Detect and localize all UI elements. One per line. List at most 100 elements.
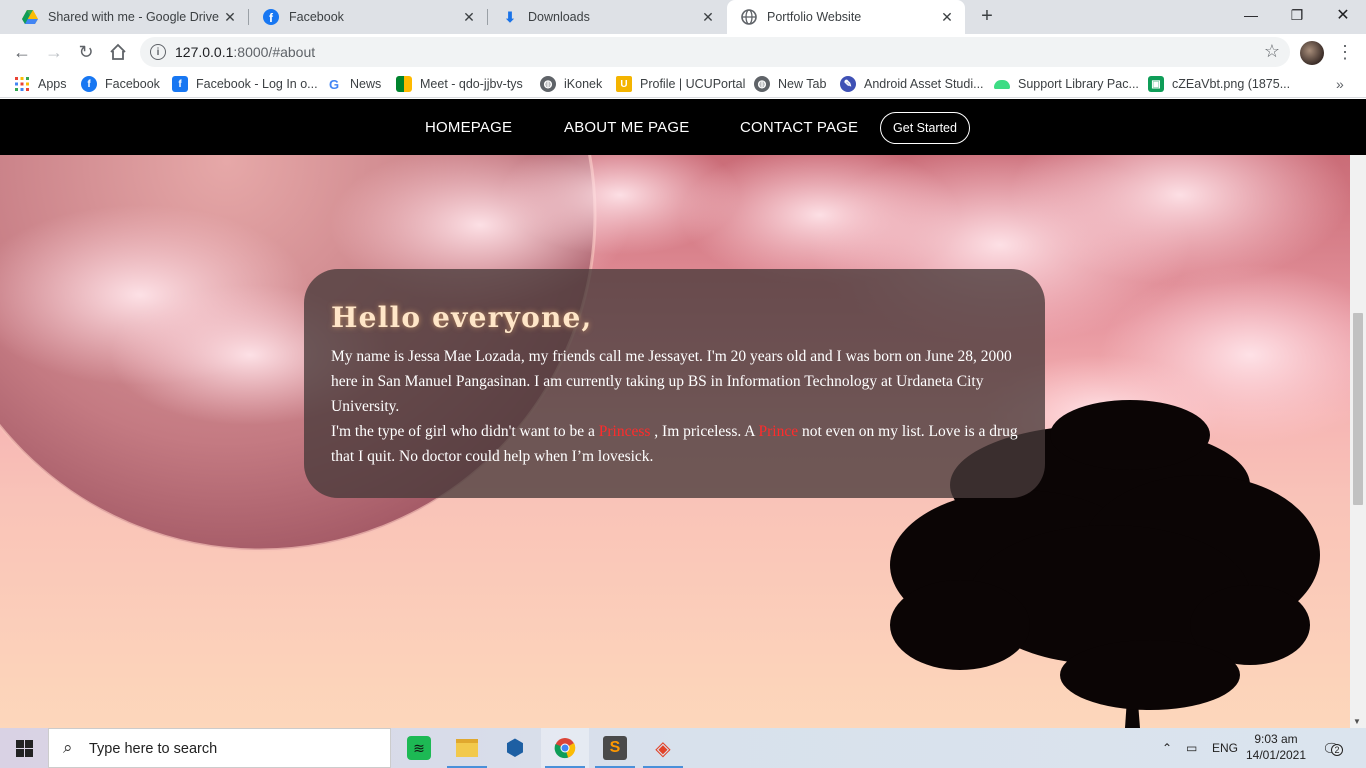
bookmark-label: Meet - qdo-jjbv-tys bbox=[420, 77, 523, 91]
page-viewport: Hello everyone, My name is Jessa Mae Loz… bbox=[0, 99, 1366, 728]
bookmark-label: News bbox=[350, 77, 382, 91]
tab-google-drive[interactable]: Shared with me - Google Drive ✕ bbox=[8, 0, 248, 34]
file-explorer-icon bbox=[456, 739, 478, 757]
bookmarks-bar: Apps f Facebook f Facebook - Log In o...… bbox=[0, 70, 1366, 98]
close-icon[interactable]: ✕ bbox=[222, 9, 238, 25]
home-button[interactable] bbox=[106, 40, 130, 64]
nav-about-me[interactable]: ABOUT ME PAGE bbox=[564, 119, 689, 136]
bookmark-label: Apps bbox=[38, 77, 67, 91]
bookmark-star-icon[interactable]: ☆ bbox=[1264, 41, 1280, 62]
globe-icon bbox=[741, 9, 757, 25]
download-icon: ⬇ bbox=[504, 8, 516, 25]
browser-toolbar: ← → ↻ i 127.0.0.1:8000/#about ☆ ⋮ bbox=[0, 34, 1366, 70]
close-icon[interactable]: ✕ bbox=[700, 9, 716, 25]
url-host: 127.0.0.1 bbox=[175, 44, 234, 60]
taskbar-git[interactable]: ◈ bbox=[639, 728, 687, 768]
notification-center-icon[interactable]: 🗨 2 bbox=[1322, 728, 1343, 768]
meet-icon bbox=[396, 76, 412, 92]
hero-background: Hello everyone, My name is Jessa Mae Loz… bbox=[0, 155, 1350, 728]
home-icon bbox=[110, 43, 126, 60]
facebook-square-icon: f bbox=[172, 76, 188, 92]
taskbar-clock[interactable]: 9:03 am 14/01/2021 bbox=[1244, 731, 1308, 763]
taskbar-sublime-text[interactable]: S bbox=[591, 728, 639, 768]
taskbar-file-explorer[interactable] bbox=[443, 728, 491, 768]
close-icon[interactable]: ✕ bbox=[461, 9, 477, 25]
bookmark-apps[interactable]: Apps bbox=[14, 75, 67, 93]
window-close-button[interactable]: ✕ bbox=[1320, 0, 1366, 30]
about-paragraph-personality: I'm the type of girl who didn't want to … bbox=[331, 419, 1019, 469]
minimize-button[interactable]: — bbox=[1228, 0, 1274, 30]
bookmark-label: cZEaVbt.png (1875... bbox=[1172, 77, 1291, 91]
ucu-icon: U bbox=[616, 76, 632, 92]
android-icon bbox=[994, 79, 1010, 89]
about-text: I'm the type of girl who didn't want to … bbox=[331, 423, 599, 440]
url-path: :8000/#about bbox=[233, 44, 316, 60]
bookmark-news[interactable]: G News bbox=[326, 75, 381, 93]
tab-facebook[interactable]: f Facebook ✕ bbox=[249, 0, 487, 34]
bookmark-meet[interactable]: Meet - qdo-jjbv-tys bbox=[396, 75, 523, 93]
bookmark-label: Facebook bbox=[105, 77, 160, 91]
bookmark-image[interactable]: ▣ cZEaVbt.png (1875... bbox=[1148, 75, 1290, 93]
apps-grid-icon bbox=[14, 76, 30, 92]
bookmark-label: iKonek bbox=[564, 77, 603, 91]
restore-button[interactable]: ❐ bbox=[1274, 0, 1320, 30]
google-icon: G bbox=[328, 76, 340, 92]
site-navbar: HOMEPAGE ABOUT ME PAGE CONTACT PAGE Get … bbox=[0, 99, 1366, 155]
globe-icon: ◍ bbox=[540, 76, 556, 92]
search-placeholder: Type here to search bbox=[89, 741, 218, 757]
bookmark-facebook[interactable]: f Facebook bbox=[81, 75, 160, 93]
virtualbox-icon: ⬢ bbox=[505, 735, 525, 760]
windows-logo-icon bbox=[15, 739, 33, 757]
bookmark-support-library[interactable]: Support Library Pac... bbox=[994, 75, 1139, 93]
address-bar[interactable]: i 127.0.0.1:8000/#about ☆ bbox=[140, 37, 1290, 67]
scrollbar-thumb[interactable] bbox=[1353, 313, 1363, 505]
back-button[interactable]: ← bbox=[10, 40, 34, 64]
taskbar-chrome[interactable] bbox=[541, 728, 589, 768]
battery-icon[interactable]: ▭ bbox=[1186, 728, 1197, 768]
facebook-icon: f bbox=[263, 9, 279, 25]
reload-button[interactable]: ↻ bbox=[74, 40, 98, 64]
about-paragraph-intro: My name is Jessa Mae Lozada, my friends … bbox=[331, 348, 1012, 415]
get-started-button[interactable]: Get Started bbox=[880, 112, 970, 144]
taskbar-virtualbox[interactable]: ⬢ bbox=[491, 728, 539, 768]
language-indicator[interactable]: ENG bbox=[1212, 728, 1238, 768]
bookmark-new-tab[interactable]: ◍ New Tab bbox=[754, 75, 826, 93]
info-icon[interactable]: i bbox=[150, 44, 166, 60]
bookmark-facebook-login[interactable]: f Facebook - Log In o... bbox=[172, 75, 318, 93]
git-icon: ◈ bbox=[655, 737, 671, 760]
taskbar-spotify[interactable]: ≋ bbox=[395, 728, 443, 768]
taskbar-search-box[interactable]: ⌕ Type here to search bbox=[48, 728, 391, 768]
tab-downloads[interactable]: ⬇ Downloads ✕ bbox=[488, 0, 726, 34]
tab-portfolio-website[interactable]: Portfolio Website ✕ bbox=[727, 0, 965, 34]
url-text[interactable]: 127.0.0.1:8000/#about bbox=[175, 44, 315, 60]
tray-show-hidden-icon[interactable]: ⌃ bbox=[1162, 728, 1172, 768]
bookmark-ucuportal[interactable]: U Profile | UCUPortal bbox=[616, 75, 745, 93]
google-drive-icon bbox=[22, 9, 38, 25]
new-tab-button[interactable]: + bbox=[976, 5, 998, 27]
page-scrollbar[interactable]: ▼ bbox=[1350, 155, 1366, 728]
nav-homepage[interactable]: HOMEPAGE bbox=[425, 119, 512, 136]
highlight-prince: Prince bbox=[758, 423, 799, 440]
close-icon[interactable]: ✕ bbox=[939, 9, 955, 25]
nav-contact[interactable]: CONTACT PAGE bbox=[740, 119, 858, 136]
tab-label: Downloads bbox=[528, 10, 590, 24]
start-button[interactable] bbox=[0, 728, 48, 768]
clock-date: 14/01/2021 bbox=[1245, 748, 1307, 762]
chrome-icon bbox=[554, 738, 576, 759]
windows-taskbar: ⌕ Type here to search ≋ ⬢ S ◈ ⌃ ▭ ENG 9:… bbox=[0, 728, 1366, 768]
bookmark-label: Support Library Pac... bbox=[1018, 77, 1139, 91]
bookmark-label: Profile | UCUPortal bbox=[640, 77, 746, 91]
bookmark-android-asset-studio[interactable]: ✎ Android Asset Studi... bbox=[840, 75, 984, 93]
profile-avatar[interactable] bbox=[1300, 41, 1324, 65]
tab-label: Portfolio Website bbox=[767, 10, 862, 24]
bookmark-label: New Tab bbox=[778, 77, 827, 91]
forward-button[interactable]: → bbox=[42, 40, 66, 64]
notification-count: 2 bbox=[1331, 744, 1343, 756]
more-menu-icon[interactable]: ⋮ bbox=[1336, 42, 1354, 63]
bookmark-ikonek[interactable]: ◍ iKonek bbox=[540, 75, 602, 93]
scroll-down-arrow-icon[interactable]: ▼ bbox=[1353, 717, 1361, 726]
chevron-right-double-icon[interactable]: » bbox=[1336, 76, 1344, 92]
bookmark-label: Facebook - Log In o... bbox=[196, 77, 318, 91]
tab-label: Facebook bbox=[289, 10, 344, 24]
tab-label: Shared with me - Google Drive bbox=[48, 10, 219, 24]
